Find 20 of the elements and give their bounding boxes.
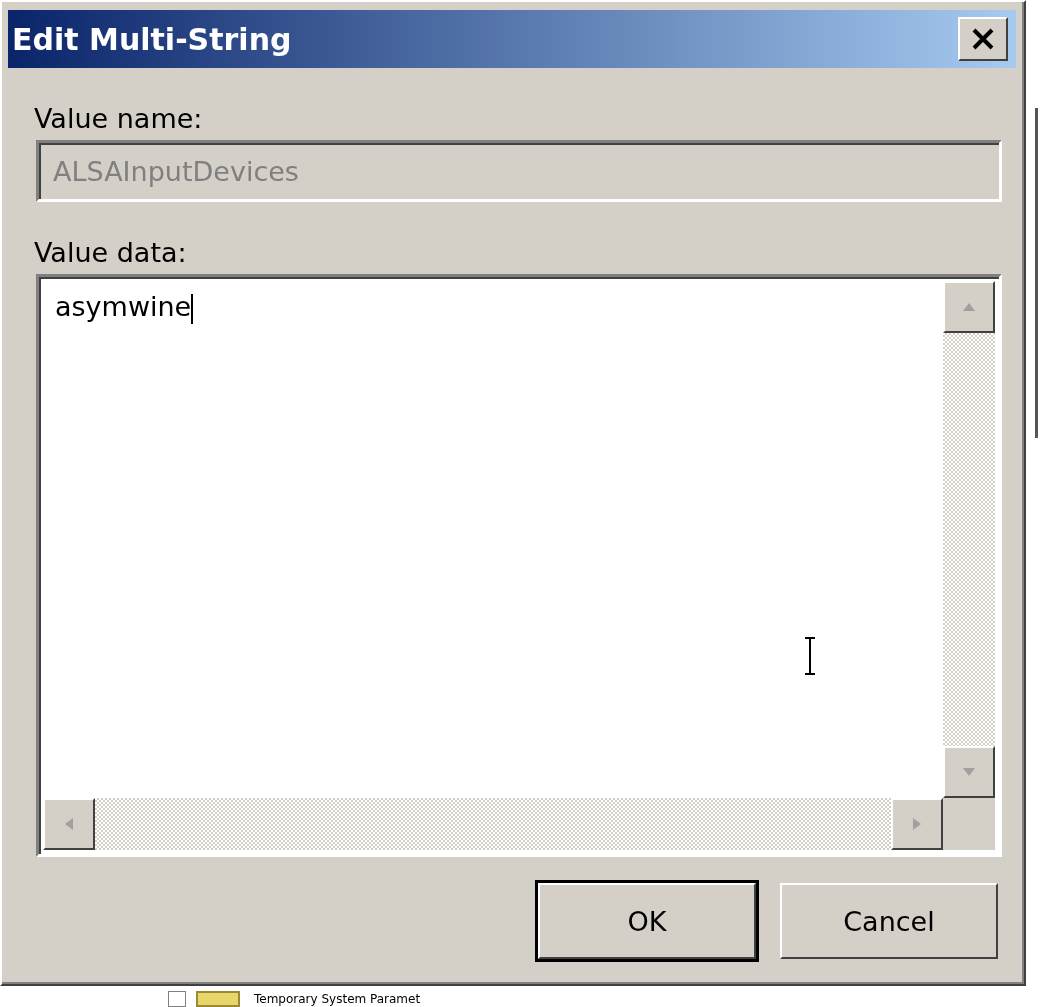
field-label: Value data: <box>34 236 188 270</box>
window-title: Edit Multi-String <box>12 21 292 57</box>
ok-button[interactable]: OK <box>538 883 756 959</box>
cancel-button[interactable]: Cancel <box>780 883 998 959</box>
value-data-field[interactable]: asymwine <box>36 274 1002 857</box>
close-icon <box>970 27 996 51</box>
scroll-up-button[interactable] <box>943 281 995 333</box>
vertical-scrollbar[interactable] <box>943 281 995 798</box>
text-caret <box>191 293 194 324</box>
close-button[interactable] <box>958 17 1008 61</box>
horizontal-scrollbar[interactable] <box>43 798 943 850</box>
text-cursor-icon <box>803 636 817 676</box>
folder-icon <box>196 990 240 1007</box>
scroll-down-button[interactable] <box>943 746 995 798</box>
scroll-left-button[interactable] <box>43 798 95 850</box>
text-value: asymwine <box>55 291 192 322</box>
field-label: Value name: <box>34 102 204 136</box>
scrollbar-corner <box>943 798 995 850</box>
scroll-right-button[interactable] <box>891 798 943 850</box>
expand-icon[interactable] <box>168 990 186 1007</box>
